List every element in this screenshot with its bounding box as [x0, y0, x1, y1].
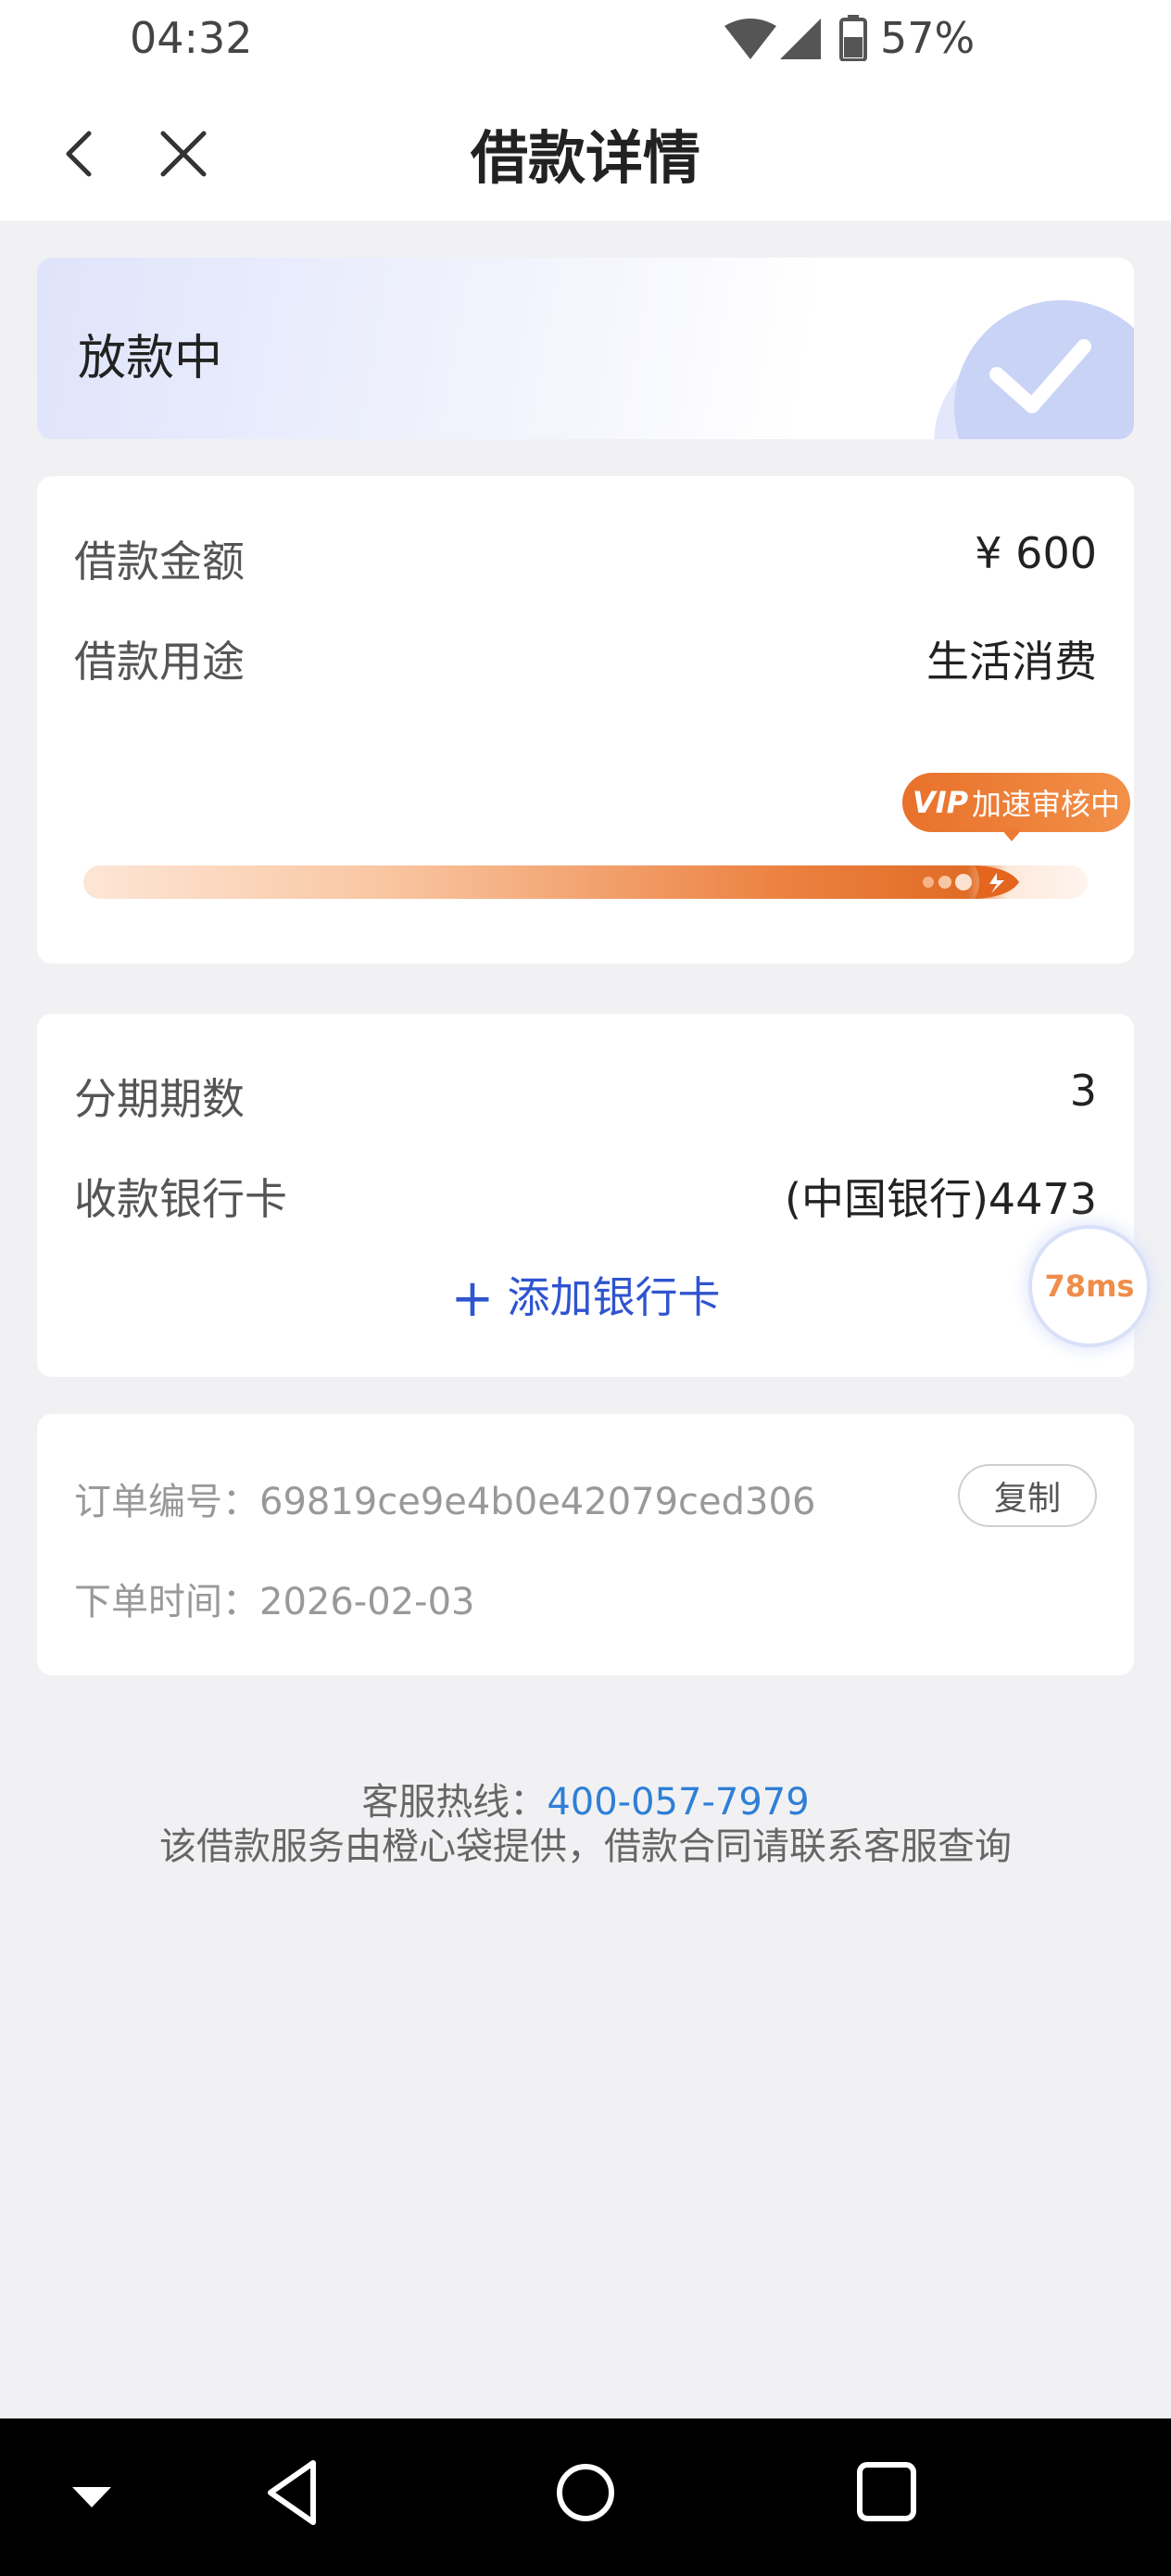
bank-card-value: (中国银行)4473	[785, 1174, 1097, 1224]
periods-label: 分期期数	[74, 1074, 245, 1124]
keyboard-hide-icon[interactable]	[70, 2483, 113, 2511]
page-header: 借款详情	[0, 83, 1171, 221]
latency-badge[interactable]: 78ms	[1032, 1229, 1147, 1344]
back-triangle-icon[interactable]	[263, 2456, 322, 2530]
loan-status-text: 放款中	[78, 331, 223, 386]
check-circle-icon	[934, 300, 1134, 439]
loan-info-card: 借款金额 ¥ 600 借款用途 生活消费 VIP 加速审核中	[37, 476, 1134, 964]
amount-label: 借款金额	[74, 537, 245, 587]
status-time: 04:32	[130, 13, 253, 63]
order-time-label: 下单时间：	[74, 1581, 259, 1623]
home-circle-icon[interactable]	[552, 2456, 619, 2530]
service-notice: 该借款服务由橙心袋提供，借款合同请联系客服查询	[159, 1825, 1012, 1868]
amount-value: ¥ 600	[975, 528, 1097, 578]
loan-status-card: 放款中	[37, 258, 1134, 439]
add-bank-card-button[interactable]: + 添加银行卡	[37, 1264, 1134, 1329]
vip-badge-pointer	[1001, 828, 1023, 841]
rocket-icon	[923, 865, 1019, 899]
purpose-label: 借款用途	[74, 637, 245, 687]
page-title: 借款详情	[470, 124, 700, 192]
battery-percent: 57%	[880, 13, 976, 63]
order-time-value: 2026-02-03	[259, 1581, 475, 1623]
installment-card: 分期期数 3 收款银行卡 (中国银行)4473 + 添加银行卡	[37, 1014, 1134, 1377]
battery-icon	[839, 15, 867, 61]
order-info-card: 订单编号：69819ce9e4b0e42079ced306 复制 下单时间：20…	[37, 1414, 1134, 1675]
order-number-label: 订单编号：	[74, 1481, 259, 1523]
vip-badge-prefix: VIP	[912, 785, 969, 820]
vip-badge: VIP 加速审核中	[902, 773, 1130, 832]
bank-card-label: 收款银行卡	[74, 1174, 287, 1224]
vip-badge-text: 加速审核中	[972, 787, 1121, 822]
order-number-row: 订单编号：69819ce9e4b0e42079ced306	[74, 1471, 815, 1525]
order-time-row: 下单时间：2026-02-03	[74, 1572, 474, 1625]
review-progress: VIP 加速审核中	[83, 773, 1130, 940]
periods-value: 3	[1069, 1066, 1097, 1116]
system-nav-bar	[0, 2418, 1171, 2576]
plus-icon: +	[450, 1269, 495, 1329]
wifi-icon	[724, 19, 776, 59]
purpose-value: 生活消费	[926, 637, 1097, 687]
recents-square-icon[interactable]	[854, 2456, 919, 2530]
copy-button[interactable]: 复制	[958, 1464, 1097, 1527]
cell-signal-icon	[780, 19, 821, 59]
order-number-value: 69819ce9e4b0e42079ced306	[259, 1481, 816, 1523]
add-bank-card-label: 添加银行卡	[507, 1272, 721, 1322]
status-bar: 04:32 57%	[0, 0, 1171, 83]
